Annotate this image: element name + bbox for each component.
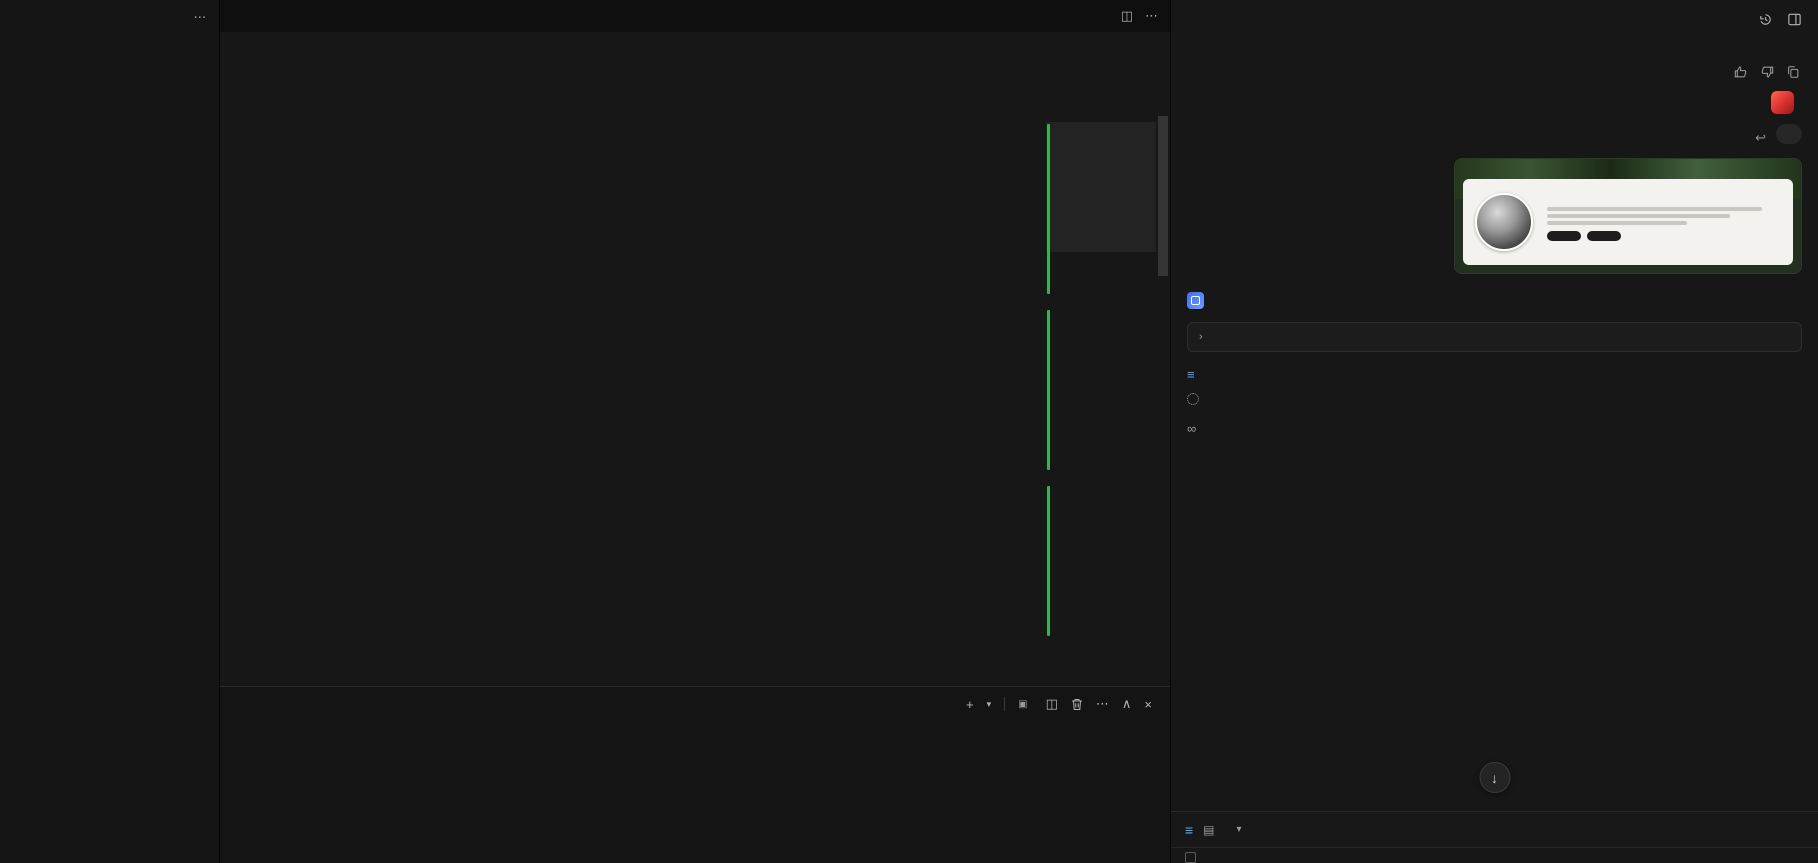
divider — [1004, 697, 1005, 711]
attachment-button — [1587, 231, 1621, 241]
explorer-header: ⋯ — [0, 0, 219, 32]
task-row[interactable] — [1187, 393, 1802, 405]
portrait-photo — [1475, 193, 1533, 251]
builder-icon — [1187, 292, 1204, 309]
attachment-text — [1547, 203, 1781, 241]
thumbs-up-icon[interactable] — [1734, 65, 1748, 79]
explorer-sidebar: ⋯ — [0, 0, 220, 863]
message-actions — [1187, 53, 1802, 83]
editor-column: ◫ ⋯ + — [220, 0, 1171, 863]
copy-icon[interactable] — [1786, 65, 1800, 79]
explorer-more-icon[interactable]: ⋯ — [194, 9, 208, 24]
task-doc-icon[interactable]: ▤ — [1203, 823, 1214, 837]
trae-header-actions — [1758, 12, 1802, 27]
chat-input-peek[interactable] — [1171, 847, 1818, 863]
attachment-card — [1463, 179, 1793, 265]
text-skeleton — [1547, 214, 1730, 218]
minimap[interactable] — [1046, 58, 1156, 686]
breadcrumb — [220, 32, 1170, 58]
diff-added-marker — [1047, 310, 1050, 470]
attachment-image[interactable] — [1454, 158, 1802, 274]
text-skeleton — [1547, 221, 1687, 225]
maximize-panel-icon[interactable]: ∧ — [1122, 696, 1132, 712]
code-editor[interactable] — [220, 58, 1170, 686]
terminal-panel: + ▾ ▣ ◫ ⋯ ∧ × — [220, 686, 1170, 863]
new-terminal-icon[interactable]: + — [966, 697, 974, 712]
terminal-header: + ▾ ▣ ◫ ⋯ ∧ × — [220, 687, 1170, 721]
kill-terminal-icon[interactable] — [1071, 698, 1083, 711]
chevron-right-icon: › — [1199, 331, 1203, 343]
user-identity-row — [1187, 91, 1802, 114]
file-reference-row[interactable]: ∞ — [1187, 421, 1802, 436]
terminal-body[interactable] — [220, 721, 1170, 863]
trae-header — [1171, 0, 1818, 38]
tabbar-actions: ◫ ⋯ — [1109, 0, 1170, 32]
terminal-dropdown-icon[interactable]: ▾ — [987, 699, 992, 710]
terminal-more-icon[interactable]: ⋯ — [1096, 696, 1109, 712]
close-panel-icon[interactable]: × — [1144, 697, 1152, 712]
attachment-button — [1547, 231, 1581, 241]
tasks-icon[interactable]: ≡ — [1185, 822, 1193, 838]
scroll-to-bottom-button[interactable]: ↓ — [1479, 762, 1510, 793]
text-skeleton — [1547, 207, 1762, 211]
chevron-down-icon[interactable]: ▾ — [1237, 824, 1242, 835]
split-editor-icon[interactable]: ◫ — [1121, 8, 1133, 24]
history-icon[interactable] — [1758, 12, 1773, 27]
trae-footer: ≡ ▤ ▾ — [1171, 811, 1818, 847]
app-root: ⋯ ◫ ⋯ — [0, 0, 1818, 863]
trae-panel: ↩ — [1171, 0, 1818, 863]
file-tree — [0, 40, 219, 863]
terminal-prompt-line — [238, 729, 1152, 744]
builder-row — [1187, 292, 1802, 309]
terminal-actions: + ▾ ▣ ◫ ⋯ ∧ × — [966, 696, 1152, 712]
terminal-icon: ▣ — [1018, 699, 1027, 710]
task-list-icon: ≡ — [1187, 367, 1195, 382]
attachment-row — [1187, 158, 1802, 274]
reading-file-icon: ∞ — [1187, 421, 1196, 436]
diff-added-marker — [1047, 124, 1050, 294]
scrollbar-thumb[interactable] — [1158, 116, 1168, 276]
editor-more-icon[interactable]: ⋯ — [1145, 8, 1158, 24]
minimap-viewport — [1046, 122, 1156, 252]
diff-added-marker — [1047, 486, 1050, 636]
editor-tabbar: ◫ ⋯ — [220, 0, 1170, 32]
user-message-bubble — [1776, 124, 1802, 144]
open-in-window-icon[interactable] — [1787, 12, 1802, 27]
editor-scrollbar[interactable] — [1156, 58, 1170, 686]
thumbs-down-icon[interactable] — [1760, 65, 1774, 79]
progress-summary-row[interactable]: ≡ — [1187, 367, 1802, 382]
avatar — [1771, 91, 1794, 114]
user-message-row: ↩ — [1187, 124, 1802, 146]
thinking-process-toggle[interactable]: › — [1187, 322, 1802, 352]
builder-mode-icon — [1185, 852, 1196, 863]
attachment-buttons — [1547, 231, 1781, 241]
chat-scroll-area[interactable]: ↩ — [1171, 38, 1818, 811]
code-scroll-area[interactable] — [220, 58, 1046, 686]
undo-icon[interactable]: ↩ — [1755, 130, 1766, 146]
task-pending-spinner-icon — [1187, 393, 1199, 405]
explorer-section-label[interactable] — [0, 32, 219, 40]
split-terminal-icon[interactable]: ◫ — [1046, 696, 1058, 712]
terminal-shell-item[interactable]: ▣ — [1018, 699, 1032, 710]
